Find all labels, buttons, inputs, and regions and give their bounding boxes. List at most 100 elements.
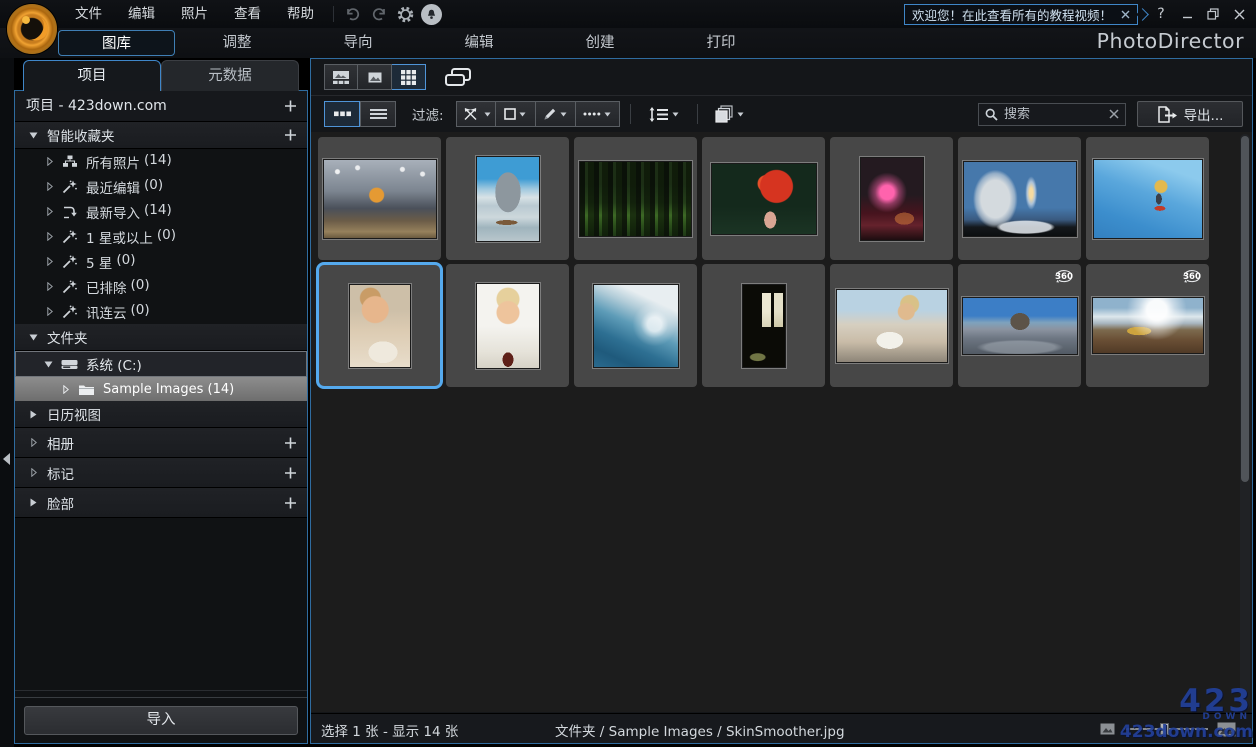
tree-item-sample-images[interactable]: Sample Images (14) [15,377,307,401]
photo-card-skateboarder[interactable] [1086,137,1209,260]
add-tag-button[interactable] [284,466,297,479]
welcome-tooltip[interactable]: 欢迎您！在此查看所有的教程视频！ [903,4,1138,25]
tree-item-rejected[interactable]: 已排除 (0) [15,274,307,299]
collapse-sidebar-icon[interactable] [3,453,10,465]
zoom-slider-handle[interactable] [1160,723,1169,735]
close-tooltip-icon[interactable] [1121,10,1130,19]
expander-closed-icon[interactable] [29,468,38,477]
stack-button[interactable] [708,101,752,127]
add-smart-collection-button[interactable] [284,129,297,142]
help-button[interactable]: ? [1148,0,1174,28]
add-album-button[interactable] [284,436,297,449]
zoom-slider[interactable] [1124,723,1208,735]
section-faces[interactable]: 脸部 [15,488,307,518]
tab-library[interactable]: 图库 [58,30,175,56]
section-folders[interactable]: 文件夹 [15,324,307,351]
menu-photo[interactable]: 照片 [168,0,221,28]
minimize-button[interactable] [1174,0,1200,28]
tree-item-drive-c[interactable]: 系统 (C:) [15,351,307,377]
photo-card-karst-boat[interactable] [446,137,569,260]
thumbnail-zoom-control [1100,714,1236,744]
tab-edit[interactable]: 编辑 [424,30,534,56]
flag-filter-button[interactable] [455,101,496,127]
photo-card-ocean-wave[interactable] [574,264,697,387]
photo-card-woman-laughing[interactable] [446,264,569,387]
expander-open-icon[interactable] [29,334,38,341]
export-button[interactable]: 导出... [1137,101,1243,127]
photo-card-woman-smiling[interactable] [316,262,443,389]
tree-item-five-star[interactable]: 5 星 (0) [15,249,307,274]
add-face-button[interactable] [284,496,297,509]
photo-card-woman-relaxing[interactable] [830,264,953,387]
edited-filter-button[interactable] [535,101,576,127]
swap-display-button[interactable] [444,67,472,87]
large-thumbnail-icon[interactable] [1217,722,1236,737]
small-thumbnail-icon[interactable] [1100,723,1115,735]
grid-view-icon [401,69,416,85]
clear-search-icon[interactable] [1109,109,1119,119]
photo-card-rocket-launch[interactable] [958,137,1081,260]
grid-scrollbar[interactable] [1240,134,1250,710]
menu-view[interactable]: 查看 [221,0,274,28]
expander-closed-icon[interactable] [29,438,38,447]
expander-closed-icon[interactable] [61,384,70,394]
expander-closed-icon[interactable] [45,307,54,316]
expander-collapsed-icon[interactable] [29,410,38,419]
section-smart-collection[interactable]: 智能收藏夹 [15,122,307,149]
tree-item-one-star-up[interactable]: 1 星或以上 (0) [15,224,307,249]
photo-card-basketball-dunk[interactable] [318,137,441,260]
tab-print[interactable]: 打印 [666,30,776,56]
photo-card-maple-leaf[interactable] [702,137,825,260]
notifications-button[interactable] [421,3,442,25]
single-view-button[interactable] [358,64,392,90]
tree-item-cyberlink-cloud[interactable]: 讯连云 (0) [15,299,307,324]
expander-closed-icon[interactable] [45,182,54,191]
tree-item-recently-edited[interactable]: 最近编辑 (0) [15,174,307,199]
thumbnail-size-button[interactable] [324,101,360,127]
photo-card-pano-desert[interactable]: 360 [1086,264,1209,387]
import-button[interactable]: 导入 [24,706,298,735]
more-filter-button[interactable] [575,101,620,127]
restore-button[interactable] [1200,0,1226,28]
sidebar-collapse-strip[interactable] [0,58,14,747]
menu-help[interactable]: 帮助 [274,0,327,28]
tree-item-latest-import[interactable]: 最新导入 (14) [15,199,307,224]
tab-create[interactable]: 创建 [545,30,655,56]
expander-closed-icon[interactable] [45,257,54,266]
expander-closed-icon[interactable] [45,157,54,166]
photo-card-neon-sign[interactable] [830,137,953,260]
undo-button[interactable] [341,2,365,26]
sidebar-tab-project[interactable]: 项目 [23,60,161,91]
expander-collapsed-icon[interactable] [29,498,38,507]
label-filter-button[interactable] [495,101,536,127]
tab-guided[interactable]: 导向 [303,30,413,56]
menu-file[interactable]: 文件 [62,0,115,28]
expander-open-icon[interactable] [44,361,53,368]
search-box[interactable] [978,102,1126,126]
sidebar-tab-metadata[interactable]: 元数据 [161,60,299,91]
add-project-button[interactable] [284,100,297,113]
photo-card-dark-window[interactable] [702,264,825,387]
photo-card-forest-light[interactable] [574,137,697,260]
grid-view-button[interactable] [392,64,426,90]
sort-button[interactable] [641,101,687,127]
tab-adjust[interactable]: 调整 [182,30,292,56]
expander-closed-icon[interactable] [45,232,54,241]
section-tags[interactable]: 标记 [15,458,307,488]
close-button[interactable] [1226,0,1252,28]
menu-edit[interactable]: 编辑 [115,0,168,28]
browse-view-button[interactable] [324,64,358,90]
tree-item-all-photos[interactable]: 所有照片 (14) [15,149,307,174]
section-calendar-view[interactable]: 日历视图 [15,401,307,428]
section-albums[interactable]: 相册 [15,428,307,458]
list-view-button[interactable] [360,101,396,127]
photo-card-pano-canyon[interactable]: 360 [958,264,1081,387]
wand-icon [62,255,77,268]
expander-closed-icon[interactable] [45,282,54,291]
expander-closed-icon[interactable] [45,207,54,216]
redo-button[interactable] [367,2,391,26]
search-input[interactable] [1004,106,1103,122]
expander-open-icon[interactable] [29,132,38,139]
scrollbar-thumb[interactable] [1241,136,1249,482]
settings-button[interactable] [393,2,417,26]
